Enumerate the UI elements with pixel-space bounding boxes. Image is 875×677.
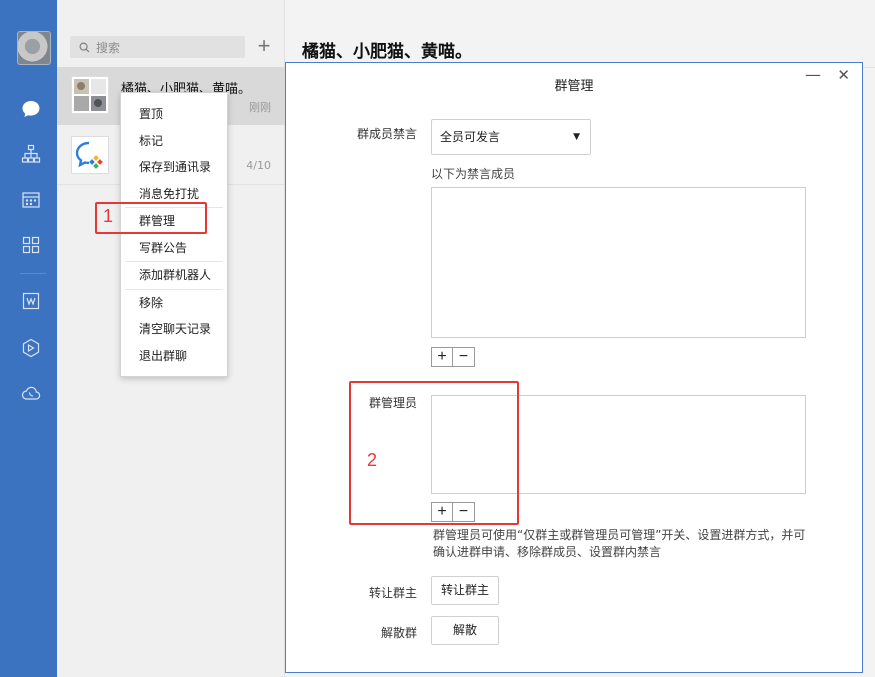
mute-select-value: 全员可发言: [440, 130, 501, 144]
muted-members-note: 以下为禁言成员: [431, 167, 516, 181]
conversation-time: 刚刚: [249, 101, 271, 114]
menu-item-leave-group[interactable]: 退出群聊: [121, 343, 227, 370]
create-button[interactable]: +: [254, 35, 274, 58]
drive-icon[interactable]: [20, 337, 42, 359]
mute-label: 群成员禁言: [356, 127, 417, 141]
search-box[interactable]: 搜索: [70, 36, 245, 58]
admins-description: 群管理员可使用“仅群主或群管理员可管理”开关、设置进群方式，并可确认进群申请、移…: [433, 528, 806, 559]
dialog-title: 群管理: [554, 79, 594, 94]
context-menu: 置顶 标记 保存到通讯录 消息免打扰 群管理 写群公告 添加群机器人 移除 清空…: [120, 92, 228, 377]
menu-item-save-contacts[interactable]: 保存到通讯录: [121, 154, 227, 181]
minimize-icon[interactable]: —: [805, 65, 821, 84]
muted-members-list[interactable]: [431, 187, 806, 338]
transfer-owner-label: 转让群主: [368, 586, 417, 600]
left-rail: [0, 0, 57, 677]
dropdown-arrow-icon: ▼: [573, 132, 580, 142]
add-muted-member-button[interactable]: +: [431, 347, 453, 367]
menu-item-pin[interactable]: 置顶: [121, 101, 227, 128]
contacts-icon[interactable]: [20, 143, 42, 165]
app-logo-icon: [71, 136, 109, 174]
dissolve-group-button[interactable]: 解散: [431, 616, 499, 645]
menu-item-announcement[interactable]: 写群公告: [121, 235, 227, 262]
menu-item-mark[interactable]: 标记: [121, 128, 227, 155]
annotation-number-1: 1: [103, 206, 114, 226]
calendar-icon[interactable]: [20, 189, 42, 211]
chat-title: 橘猫、小肥猫、黄喵。: [302, 42, 472, 62]
conversation-time: 4/10: [246, 159, 271, 172]
dissolve-group-label: 解散群: [380, 626, 417, 640]
mute-select[interactable]: 全员可发言 ▼: [431, 119, 591, 155]
avatar[interactable]: [17, 31, 51, 65]
cloud-call-icon[interactable]: [20, 382, 42, 404]
group-management-dialog: 群管理 — ✕ 群成员禁言 全员可发言 ▼ 以下为禁言成员 + − 群管理员 +…: [285, 62, 863, 673]
group-avatar: [71, 76, 109, 114]
menu-item-remove[interactable]: 移除: [121, 290, 227, 317]
docs-icon[interactable]: [20, 290, 42, 312]
transfer-owner-button[interactable]: 转让群主: [431, 576, 499, 605]
search-icon: [79, 42, 90, 52]
remove-muted-member-button[interactable]: −: [453, 347, 475, 367]
search-input[interactable]: 搜索: [96, 39, 120, 56]
close-icon[interactable]: ✕: [837, 66, 850, 84]
chat-icon[interactable]: [20, 98, 42, 120]
rail-divider: [20, 273, 46, 274]
muted-members-controls: + −: [431, 347, 475, 367]
apps-grid-icon[interactable]: [20, 234, 42, 256]
annotation-number-2: 2: [367, 450, 378, 470]
menu-item-add-bot[interactable]: 添加群机器人: [121, 262, 227, 289]
menu-item-clear-history[interactable]: 清空聊天记录: [121, 316, 227, 343]
